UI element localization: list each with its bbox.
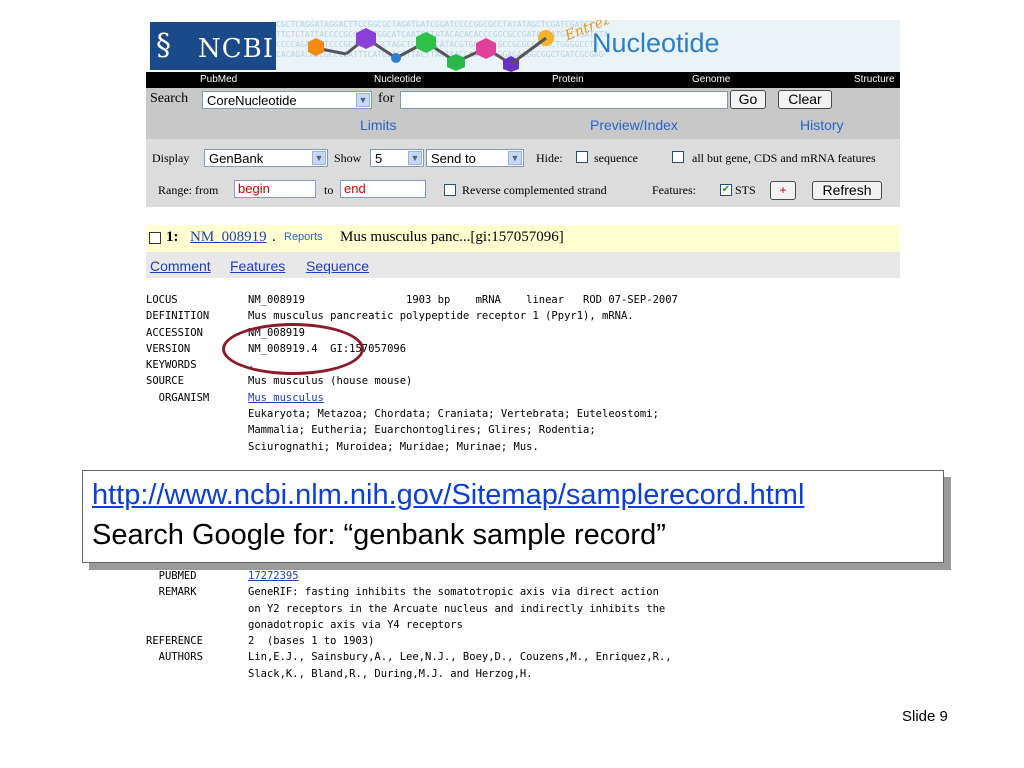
hide-sequence-label: sequence [594,151,638,165]
chevron-down-icon[interactable]: ▼ [508,151,522,165]
result-select-checkbox[interactable] [149,232,161,244]
range-to-label: to [324,183,334,197]
go-button[interactable]: Go [730,90,766,109]
record-line: ORGANISM Mus musculus [146,390,900,406]
result-accession-link[interactable]: NM_008919 [190,229,267,246]
hide-label: Hide: [536,151,563,165]
format-select-value: GenBank [209,151,264,166]
tabs-bar: Limits Preview/Index History [146,111,900,139]
slide-number: Slide 9 [902,708,948,725]
nav-item-pubmed[interactable]: PubMed [200,72,237,88]
sequence-link[interactable]: Sequence [306,258,369,274]
nav-item-structure[interactable]: Structure [854,72,895,88]
chevron-down-icon[interactable]: ▼ [356,93,370,107]
genbank-record-lower: PUBMED 17272395 REMARK GeneRIF: fasting in… [146,568,900,682]
send-to-select[interactable]: Send to ▼ [426,149,524,167]
display-bar: Display GenBank ▼ Show 5 ▼ Send to ▼ Hid… [146,139,900,177]
result-index: 1: [166,229,179,245]
record-line: Sciurognathi; Muroidea; Muridae; Murinae… [248,440,539,453]
result-header: 1: NM_008919 . Reports Mus musculus panc… [146,225,900,252]
record-line: PUBMED 17272395 [146,568,900,584]
highlight-ellipse [222,323,364,375]
database-navbar: PubMed Nucleotide Protein Genome Structu… [146,72,900,88]
nucleotide-brand: Nucleotide [592,28,720,58]
ncbi-logo-text: NCBI [198,34,275,64]
hide-sequence-checkbox[interactable] [576,151,588,163]
ncbi-swirl-icon: § [156,28,171,63]
record-line: SOURCE Mus musculus (house mouse) [146,375,413,388]
search-hint: Search Google for: “genbank sample recor… [92,519,666,551]
features-link[interactable]: Features [230,258,285,274]
comment-link[interactable]: Comment [150,258,211,274]
search-input[interactable] [400,91,728,109]
result-sublinks: Comment Features Sequence [146,252,900,278]
record-line: Mammalia; Eutheria; Euarchontoglires; Gl… [248,424,596,437]
show-label: Show [334,151,362,165]
record-line: AUTHORS Lin,E.J., Sainsbury,A., Lee,N.J.,… [146,651,672,664]
show-count-value: 5 [375,151,383,166]
nav-item-nucleotide[interactable]: Nucleotide [374,72,421,88]
pubmed-link[interactable]: 17272395 [248,568,299,584]
show-count-select[interactable]: 5 ▼ [370,149,424,167]
reverse-strand-checkbox[interactable] [444,184,456,196]
refresh-button[interactable]: Refresh [812,181,882,200]
range-bar: Range: from begin to end Reverse complem… [146,177,900,207]
hide-features-label: all but gene, CDS and mRNA features [692,151,876,165]
range-from-input[interactable]: begin [234,180,316,198]
result-title: Mus musculus panc...[gi:157057096] [340,229,564,245]
database-select[interactable]: CoreNucleotide ▼ [202,91,372,109]
range-to-input[interactable]: end [340,180,426,198]
search-label: Search [150,91,189,106]
ncbi-logo[interactable]: § NCBI [150,22,276,70]
add-feature-button[interactable]: + [770,181,796,200]
for-label: for [378,91,395,106]
search-bar: Search CoreNucleotide ▼ for Go Clear [146,88,900,111]
record-line: REFERENCE 2 (bases 1 to 1903) [146,635,375,648]
nav-item-protein[interactable]: Protein [552,72,584,88]
sample-record-link[interactable]: http://www.ncbi.nlm.nih.gov/Sitemap/samp… [92,479,804,512]
tab-limits[interactable]: Limits [360,117,397,133]
chevron-down-icon[interactable]: ▼ [408,151,422,165]
tab-history[interactable]: History [800,117,844,133]
clear-button[interactable]: Clear [778,90,832,109]
callout-box: http://www.ncbi.nlm.nih.gov/Sitemap/samp… [82,470,944,563]
sts-checkbox[interactable]: ✔ [720,184,732,196]
reverse-strand-label: Reverse complemented strand [462,183,607,197]
record-line: LOCUS NM_008919 1903 bp mRNA linear ROD 0… [146,294,678,306]
tab-preview-index[interactable]: Preview/Index [590,117,678,133]
features-label: Features: [652,183,696,197]
record-line: Eukaryota; Metazoa; Chordata; Craniata; … [248,408,659,421]
nav-item-genome[interactable]: Genome [692,72,730,88]
sts-label: STS [735,183,756,197]
record-line: Slack,K., Bland,R., During,M.J. and Herz… [248,667,533,680]
ncbi-banner: § NCBI CGCTCAGGATAGGACTTCCGGCGCTAGATGATC… [146,20,900,72]
database-select-value: CoreNucleotide [207,93,297,108]
record-line: DEFINITION Mus musculus pancreatic polype… [146,310,634,323]
hide-features-checkbox[interactable] [672,151,684,163]
range-from-label: Range: from [158,183,219,197]
reports-link[interactable]: Reports [284,231,323,243]
format-select[interactable]: GenBank ▼ [204,149,328,167]
record-line: on Y2 receptors in the Arcuate nucleus a… [248,602,666,615]
chevron-down-icon[interactable]: ▼ [312,151,326,165]
display-label: Display [152,151,190,165]
genbank-record: LOCUS NM_008919 1903 bp mRNA linear ROD 0… [146,292,900,455]
record-line: gonadotropic axis via Y4 receptors [248,618,463,631]
record-line: REMARK GeneRIF: fasting inhibits the soma… [146,586,659,599]
send-to-value: Send to [431,151,476,166]
organism-link[interactable]: Mus musculus [248,390,324,406]
